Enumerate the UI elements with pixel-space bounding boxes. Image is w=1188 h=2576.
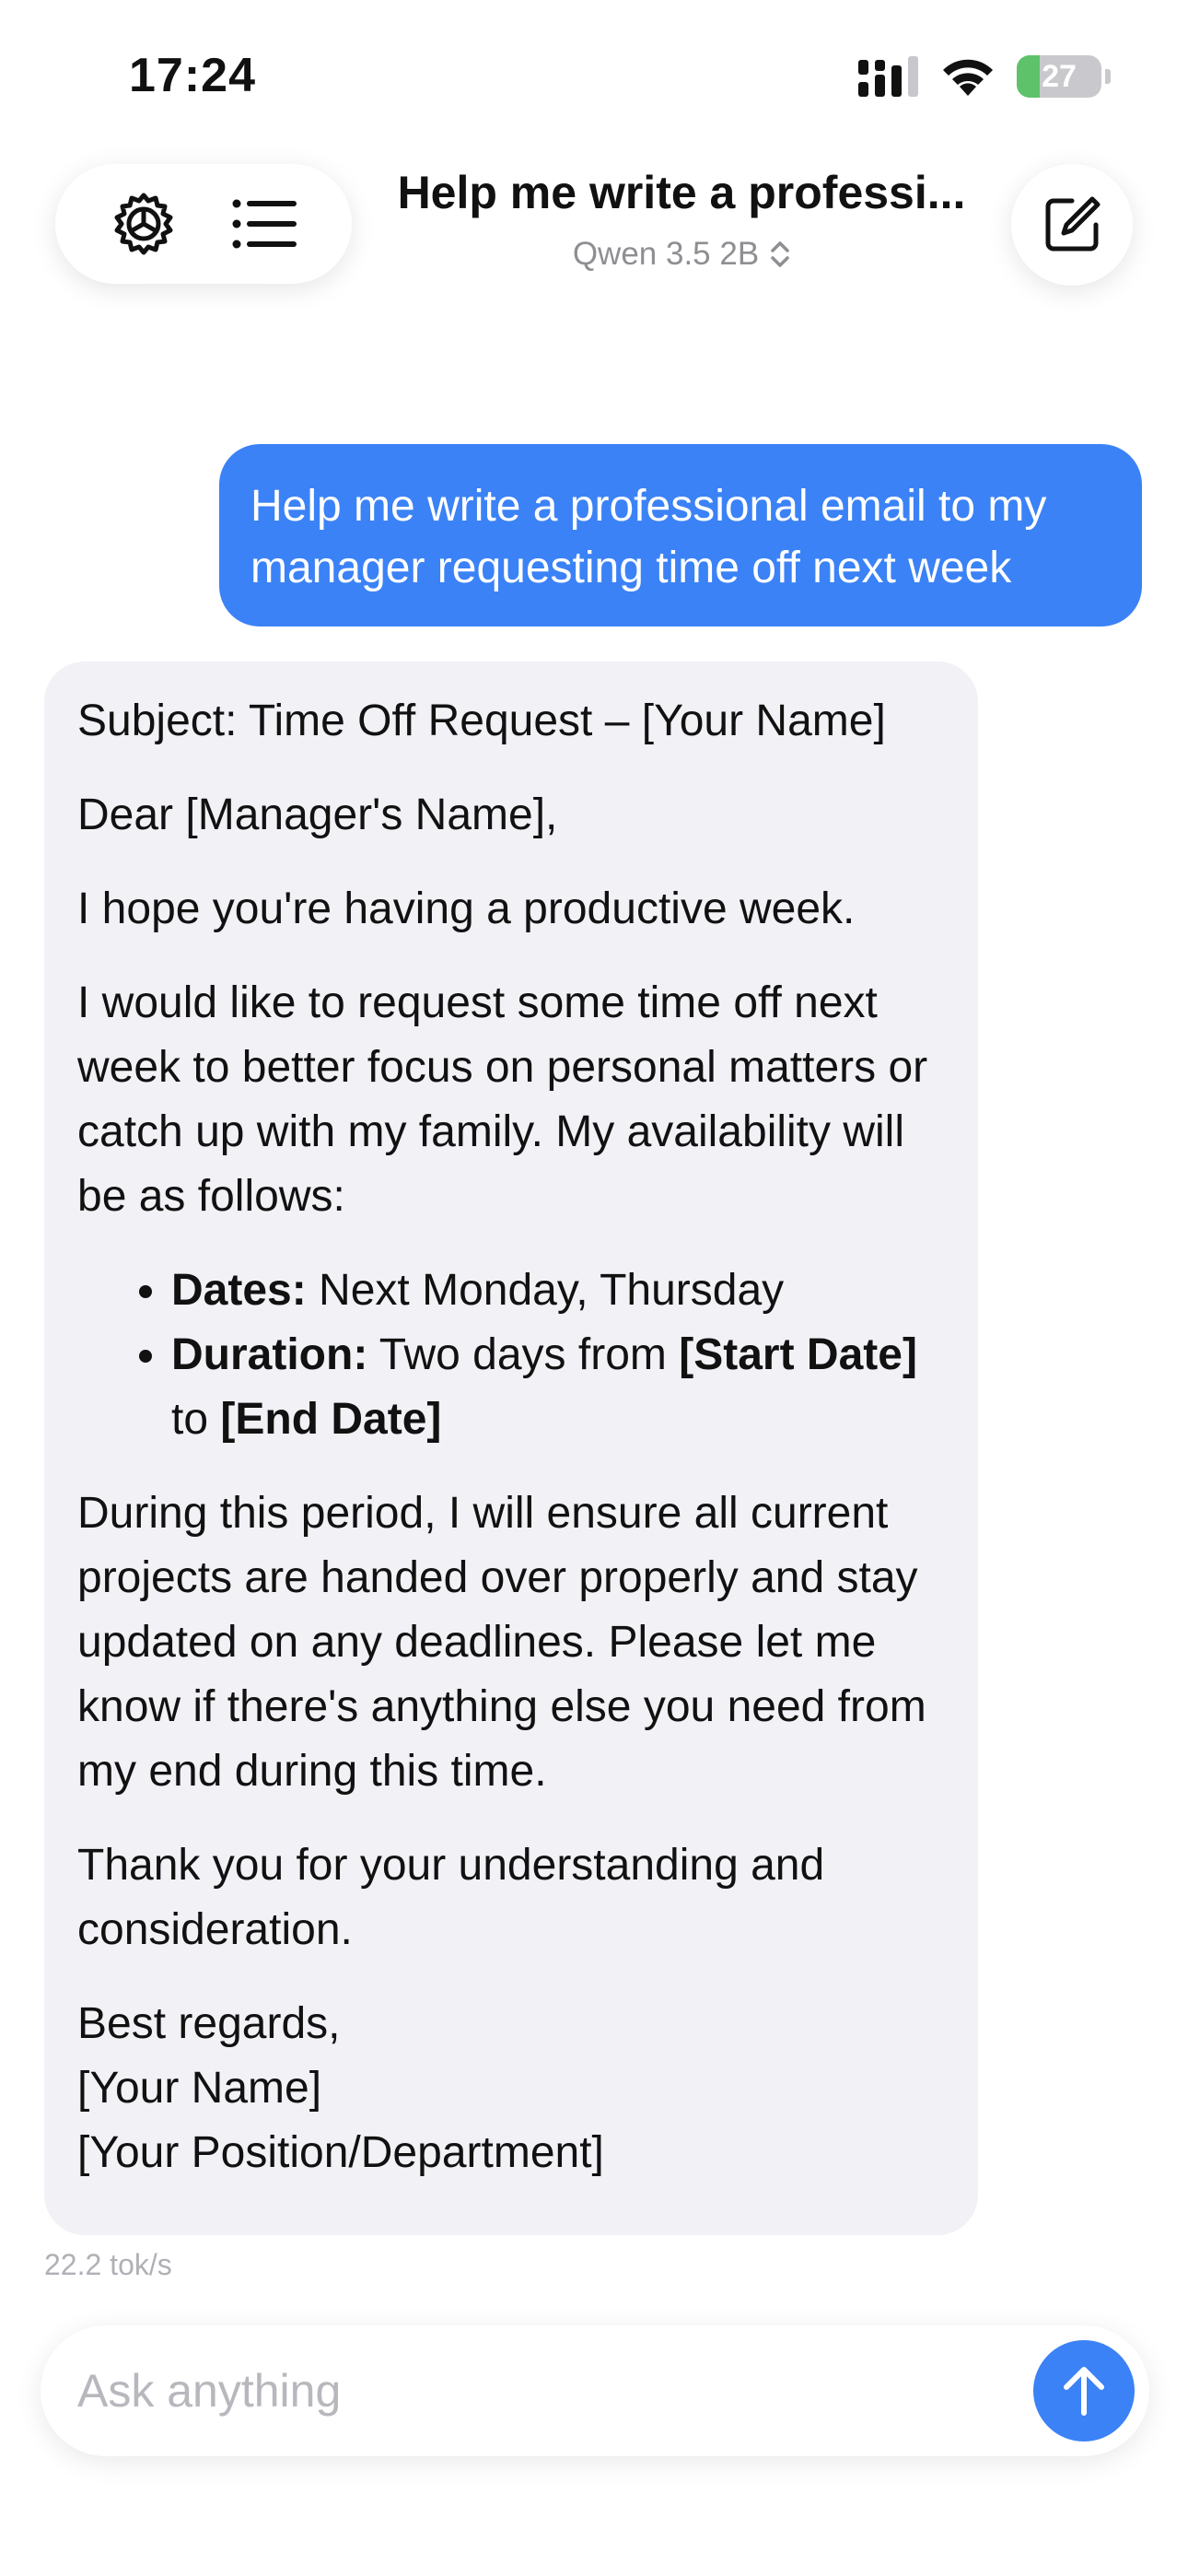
email-body-1: I would like to request some time off ne… — [77, 978, 928, 1221]
chat-screen: 17:24 27 Help me write a professi... Qwe… — [0, 0, 1188, 2576]
header-title-area: Help me write a professi... Qwen 3.5 2B — [387, 166, 976, 273]
battery-cap — [1105, 69, 1111, 84]
status-bar: 17:24 27 — [0, 0, 1188, 157]
bullet-duration: Duration: Two days from [Start Date] to … — [171, 1323, 945, 1452]
header-left-controls — [55, 164, 352, 284]
email-closing: Best regards, — [77, 1999, 341, 2048]
email-opening: I hope you're having a productive week. — [77, 884, 856, 933]
conversation-title: Help me write a professi... — [397, 167, 966, 218]
email-greeting: Dear [Manager's Name], — [77, 790, 558, 839]
battery-charging-icon: 27 — [1017, 55, 1101, 98]
user-message-text: Help me write a professional email to my… — [250, 482, 1047, 592]
cellular-signal-icon — [858, 56, 918, 97]
settings-button[interactable] — [107, 187, 181, 261]
user-message-bubble: Help me write a professional email to my… — [219, 444, 1142, 626]
email-signature-name: [Your Name] — [77, 2064, 322, 2113]
composer — [41, 2325, 1149, 2456]
arrow-up-icon — [1064, 2367, 1104, 2416]
model-selector[interactable]: Qwen 3.5 2B — [573, 236, 790, 273]
email-bullet-list: Dates: Next Monday, Thursday Duration: T… — [77, 1259, 945, 1452]
settings-gear-icon — [114, 193, 172, 255]
status-time: 17:24 — [129, 49, 256, 102]
new-chat-button[interactable] — [1011, 164, 1133, 286]
bullet-duration-start: [Start Date] — [679, 1330, 917, 1379]
list-icon — [232, 199, 297, 249]
bullet-duration-end: [End Date] — [220, 1395, 442, 1444]
email-body-2: During this period, I will ensure all cu… — [77, 1489, 926, 1796]
token-speed: 22.2 tok/s — [44, 2248, 172, 2281]
send-button[interactable] — [1033, 2340, 1135, 2441]
bullet-duration-text-1: Two days from — [367, 1330, 680, 1379]
battery-level: 27 — [1042, 58, 1077, 94]
email-thanks: Thank you for your understanding and con… — [77, 1841, 825, 1954]
model-name: Qwen 3.5 2B — [572, 236, 760, 272]
bullet-dates-value: Next Monday, Thursday — [306, 1266, 785, 1315]
chevron-up-down-icon — [771, 241, 789, 267]
bullet-dates: Dates: Next Monday, Thursday — [171, 1259, 945, 1323]
message-input[interactable] — [77, 2349, 998, 2432]
bullet-dates-label: Dates: — [171, 1266, 307, 1315]
email-signoff: Best regards, [Your Name] [Your Position… — [77, 1992, 945, 2185]
bullet-duration-label: Duration: — [171, 1330, 368, 1379]
new-chat-compose-icon — [1045, 196, 1101, 252]
status-icons: 27 — [858, 55, 1111, 98]
email-signature-position: [Your Position/Department] — [77, 2128, 604, 2177]
bullet-duration-text-2: to — [171, 1395, 221, 1444]
chat-list-button[interactable] — [227, 187, 301, 261]
assistant-message-bubble: Subject: Time Off Request – [Your Name] … — [44, 662, 978, 2235]
email-subject: Subject: Time Off Request – [Your Name] — [77, 697, 886, 745]
wifi-icon — [943, 59, 993, 96]
